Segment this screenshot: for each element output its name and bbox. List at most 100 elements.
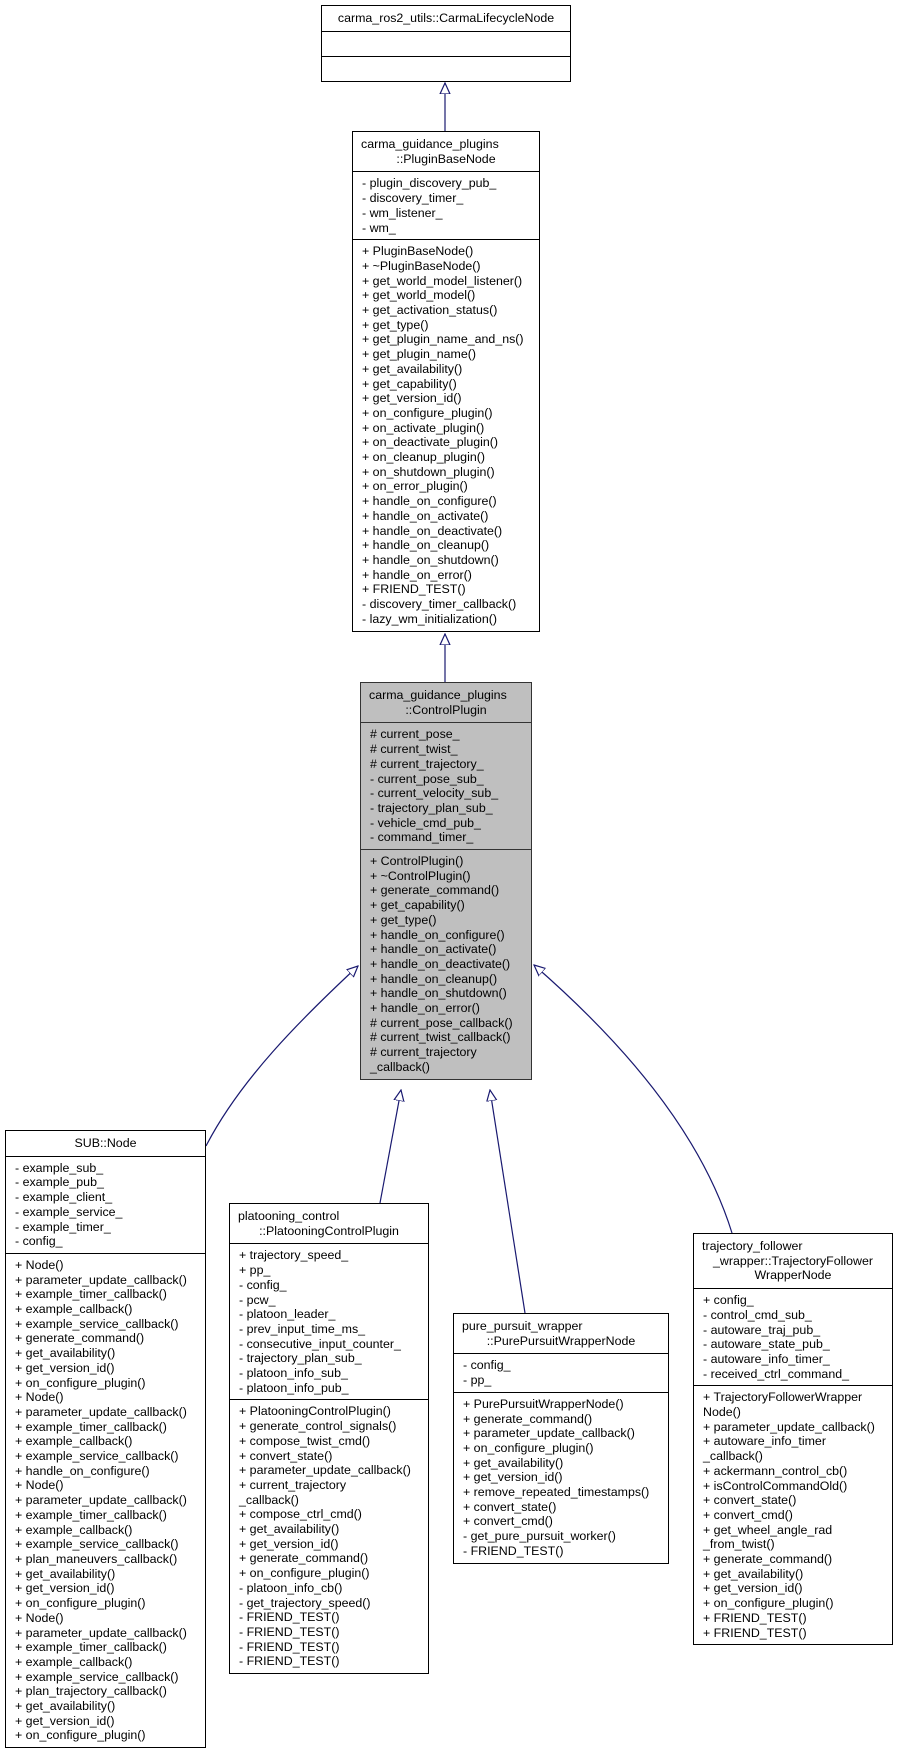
method[interactable]: + on_activate_plugin()	[362, 421, 531, 436]
method[interactable]: + get_version_id()	[15, 1714, 197, 1729]
attribute[interactable]: - wm_listener_	[362, 206, 531, 221]
method[interactable]: + example_callback()	[15, 1523, 197, 1538]
method[interactable]: + example_timer_callback()	[15, 1420, 197, 1435]
method[interactable]: + generate_control_signals()	[239, 1419, 420, 1434]
method[interactable]: - discovery_timer_callback()	[362, 597, 531, 612]
method[interactable]: - FRIEND_TEST()	[239, 1610, 420, 1625]
method[interactable]: _callback()	[239, 1493, 420, 1508]
method[interactable]: - lazy_wm_initialization()	[362, 612, 531, 627]
method[interactable]: + Node()	[15, 1611, 197, 1626]
attribute[interactable]: - example_pub_	[15, 1175, 197, 1190]
method[interactable]: _callback()	[703, 1449, 884, 1464]
method[interactable]: + example_timer_callback()	[15, 1640, 197, 1655]
method[interactable]: + on_configure_plugin()	[15, 1596, 197, 1611]
attribute[interactable]: - example_client_	[15, 1190, 197, 1205]
method[interactable]: + ~ControlPlugin()	[370, 869, 523, 884]
attribute[interactable]: - pp_	[463, 1373, 660, 1388]
class-carma-lifecycle-node[interactable]: carma_ros2_utils::CarmaLifecycleNode	[321, 5, 571, 82]
method[interactable]: + get_world_model_listener()	[362, 274, 531, 289]
method[interactable]: + example_timer_callback()	[15, 1287, 197, 1302]
attribute[interactable]: - autoware_traj_pub_	[703, 1323, 884, 1338]
method[interactable]: + handle_on_cleanup()	[362, 538, 531, 553]
method[interactable]: + get_version_id()	[239, 1537, 420, 1552]
method[interactable]: + get_version_id()	[362, 391, 531, 406]
method[interactable]: + convert_state()	[703, 1493, 884, 1508]
method[interactable]: + on_shutdown_plugin()	[362, 465, 531, 480]
method[interactable]: + parameter_update_callback()	[239, 1463, 420, 1478]
method[interactable]: + PurePursuitWrapperNode()	[463, 1397, 660, 1412]
method[interactable]: + convert_state()	[463, 1500, 660, 1515]
method[interactable]: + get_availability()	[463, 1456, 660, 1471]
method[interactable]: + generate_command()	[370, 883, 523, 898]
attribute[interactable]: - control_cmd_sub_	[703, 1308, 884, 1323]
method[interactable]: + get_version_id()	[15, 1581, 197, 1596]
method[interactable]: + get_world_model()	[362, 288, 531, 303]
method[interactable]: + PluginBaseNode()	[362, 244, 531, 259]
method[interactable]: + compose_ctrl_cmd()	[239, 1507, 420, 1522]
method[interactable]: + on_configure_plugin()	[15, 1376, 197, 1391]
method[interactable]: + get_availability()	[362, 362, 531, 377]
method[interactable]: + on_cleanup_plugin()	[362, 450, 531, 465]
method[interactable]: + on_configure_plugin()	[703, 1596, 884, 1611]
method[interactable]: + handle_on_activate()	[362, 509, 531, 524]
method[interactable]: - FRIEND_TEST()	[239, 1654, 420, 1669]
method[interactable]: + get_plugin_name_and_ns()	[362, 332, 531, 347]
method[interactable]: + get_plugin_name()	[362, 347, 531, 362]
attribute[interactable]: - trajectory_plan_sub_	[370, 801, 523, 816]
method[interactable]: + ackermann_control_cb()	[703, 1464, 884, 1479]
method[interactable]: + get_capability()	[370, 898, 523, 913]
method[interactable]: # current_trajectory	[370, 1045, 523, 1060]
class-sub-node[interactable]: SUB::Node - example_sub_ - example_pub_ - e…	[5, 1130, 206, 1749]
attribute[interactable]: - current_pose_sub_	[370, 772, 523, 787]
method[interactable]: + handle_on_configure()	[362, 494, 531, 509]
attribute[interactable]: - prev_input_time_ms_	[239, 1322, 420, 1337]
method[interactable]: + generate_command()	[703, 1552, 884, 1567]
method[interactable]: + handle_on_deactivate()	[362, 524, 531, 539]
method[interactable]: + get_availability()	[15, 1699, 197, 1714]
method[interactable]: + get_type()	[362, 318, 531, 333]
method[interactable]: + get_version_id()	[463, 1470, 660, 1485]
attribute[interactable]: - config_	[463, 1358, 660, 1373]
method[interactable]: + convert_cmd()	[463, 1514, 660, 1529]
method[interactable]: + FRIEND_TEST()	[362, 582, 531, 597]
attribute[interactable]: - pcw_	[239, 1293, 420, 1308]
method[interactable]: + on_configure_plugin()	[15, 1728, 197, 1743]
method[interactable]: + on_configure_plugin()	[362, 406, 531, 421]
attribute[interactable]: - vehicle_cmd_pub_	[370, 816, 523, 831]
attribute[interactable]: - command_timer_	[370, 830, 523, 845]
method[interactable]: + handle_on_shutdown()	[370, 986, 523, 1001]
method[interactable]: + get_version_id()	[703, 1581, 884, 1596]
attribute[interactable]: - discovery_timer_	[362, 191, 531, 206]
method[interactable]: + ControlPlugin()	[370, 854, 523, 869]
attribute[interactable]: # current_trajectory_	[370, 757, 523, 772]
method[interactable]: + parameter_update_callback()	[15, 1273, 197, 1288]
method[interactable]: + generate_command()	[15, 1331, 197, 1346]
attribute[interactable]: - received_ctrl_command_	[703, 1367, 884, 1382]
method[interactable]: + autoware_info_timer	[703, 1434, 884, 1449]
method[interactable]: + Node()	[15, 1258, 197, 1273]
method[interactable]: + Node()	[15, 1478, 197, 1493]
method[interactable]: + Node()	[15, 1390, 197, 1405]
method[interactable]: + remove_repeated_timestamps()	[463, 1485, 660, 1500]
attribute[interactable]: - example_timer_	[15, 1220, 197, 1235]
attribute[interactable]: - plugin_discovery_pub_	[362, 176, 531, 191]
method[interactable]: + parameter_update_callback()	[703, 1420, 884, 1435]
method[interactable]: + handle_on_shutdown()	[362, 553, 531, 568]
method[interactable]: + FRIEND_TEST()	[703, 1611, 884, 1626]
method[interactable]: - platoon_info_cb()	[239, 1581, 420, 1596]
method[interactable]: + example_service_callback()	[15, 1537, 197, 1552]
method[interactable]: + convert_state()	[239, 1449, 420, 1464]
method[interactable]: + example_callback()	[15, 1655, 197, 1670]
method[interactable]: - FRIEND_TEST()	[463, 1544, 660, 1559]
method[interactable]: + get_wheel_angle_rad	[703, 1523, 884, 1538]
attribute[interactable]: - trajectory_plan_sub_	[239, 1351, 420, 1366]
method[interactable]: + get_availability()	[15, 1567, 197, 1582]
method[interactable]: + TrajectoryFollowerWrapper	[703, 1390, 884, 1405]
method[interactable]: # current_twist_callback()	[370, 1030, 523, 1045]
method[interactable]: + handle_on_configure()	[370, 928, 523, 943]
method[interactable]: + generate_command()	[239, 1551, 420, 1566]
method[interactable]: - get_pure_pursuit_worker()	[463, 1529, 660, 1544]
method[interactable]: + example_service_callback()	[15, 1317, 197, 1332]
method[interactable]: + example_callback()	[15, 1302, 197, 1317]
method[interactable]: # current_pose_callback()	[370, 1016, 523, 1031]
